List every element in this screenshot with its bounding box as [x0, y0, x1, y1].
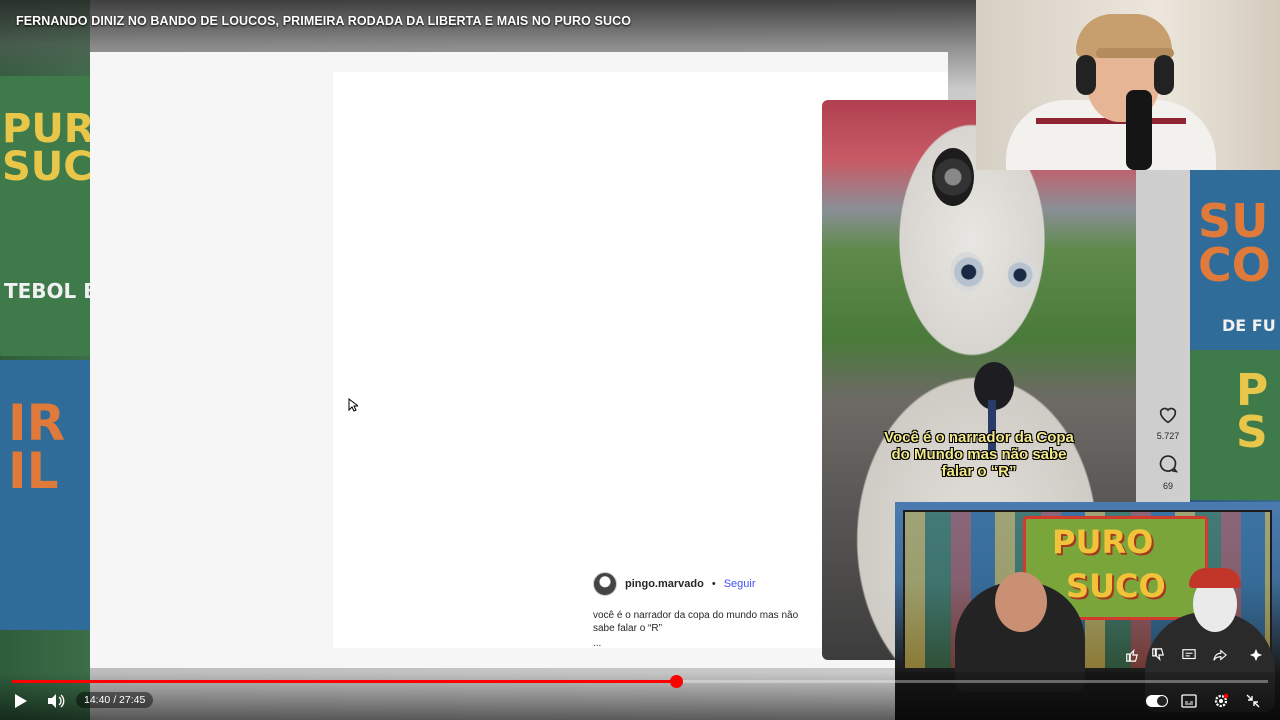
- instagram-panel: Você é o narrador da Copa do Mundo mas n…: [90, 52, 1179, 668]
- comment-icon: [1159, 455, 1179, 473]
- headphone: [932, 148, 974, 206]
- author-username[interactable]: pingo.marvado: [625, 578, 704, 590]
- separator: •: [711, 578, 716, 590]
- autoplay-toggle[interactable]: [1146, 695, 1168, 707]
- poster-right-sub: DE FU: [1222, 316, 1276, 335]
- sign-line-1: PURO: [1052, 523, 1154, 561]
- webcam-host: [976, 0, 1280, 170]
- mascot-eye-left: [950, 252, 984, 292]
- sparkle-icon: [1249, 648, 1263, 662]
- like-button[interactable]: 5.727: [1153, 406, 1183, 441]
- sign-line-2: SUCO: [1066, 567, 1166, 605]
- progress-scrubber[interactable]: [669, 675, 683, 688]
- headphone-left: [1076, 55, 1096, 95]
- mouse-cursor-icon: [348, 398, 358, 412]
- presenter-right-hat: [1189, 568, 1241, 588]
- heart-icon: [1159, 407, 1177, 424]
- exit-fullscreen-icon: [1246, 694, 1260, 708]
- studio-microphone: [1126, 90, 1152, 170]
- avatar[interactable]: [593, 572, 617, 596]
- poster-right-bottom-text: P S: [1236, 365, 1269, 458]
- comment-button[interactable]: 69: [1153, 454, 1183, 491]
- settings-icon: [1214, 693, 1229, 708]
- headphone-right: [1154, 55, 1174, 95]
- toggle-knob: [1157, 696, 1167, 706]
- sparkle-button[interactable]: [1247, 646, 1265, 664]
- video-player[interactable]: PURO SUCO TEBOL BR IR IL SU CO DE FU P S…: [0, 0, 1280, 720]
- chat-button[interactable]: [1180, 646, 1198, 664]
- volume-button[interactable]: [46, 692, 66, 710]
- dislike-button[interactable]: [1149, 646, 1167, 664]
- settings-button[interactable]: [1212, 692, 1230, 710]
- captions-button[interactable]: [1180, 692, 1198, 710]
- progress-played: [12, 680, 676, 683]
- exit-fullscreen-button[interactable]: [1244, 692, 1262, 710]
- post-author: pingo.marvado • Seguir: [593, 572, 756, 596]
- chat-icon: [1182, 649, 1196, 660]
- comment-count: 69: [1162, 481, 1173, 491]
- video-title: FERNANDO DINIZ NO BANDO DE LOUCOS, PRIME…: [16, 14, 632, 28]
- like-count: 5.727: [1156, 431, 1180, 441]
- follow-button[interactable]: Seguir: [724, 578, 756, 590]
- volume-icon: [48, 694, 65, 708]
- progress-bar[interactable]: [12, 675, 1268, 688]
- more-link[interactable]: ...: [593, 637, 813, 650]
- share-button[interactable]: [1211, 646, 1229, 664]
- like-reaction-button[interactable]: [1123, 646, 1141, 664]
- time-display: 14:40 / 27:45: [76, 692, 154, 708]
- like-reaction-icon: [1126, 648, 1139, 662]
- reel-overlay-caption: Você é o narrador da Copa do Mundo mas n…: [884, 429, 1074, 480]
- description-text: você é o narrador da copa do mundo mas n…: [593, 610, 799, 634]
- reel-container: Você é o narrador da Copa do Mundo mas n…: [333, 72, 1179, 660]
- play-button[interactable]: [12, 692, 30, 710]
- presenter-left-head: [995, 572, 1047, 632]
- mascot-eye-right: [1008, 258, 1038, 292]
- play-icon: [15, 694, 27, 708]
- share-icon: [1213, 649, 1227, 661]
- captions-icon: [1181, 694, 1197, 708]
- post-description: você é o narrador da copa do mundo mas n…: [593, 609, 813, 650]
- dislike-icon: [1152, 648, 1165, 662]
- poster-right-text: SU CO: [1198, 194, 1271, 292]
- poster-left-bottom-text: IR IL: [8, 394, 66, 500]
